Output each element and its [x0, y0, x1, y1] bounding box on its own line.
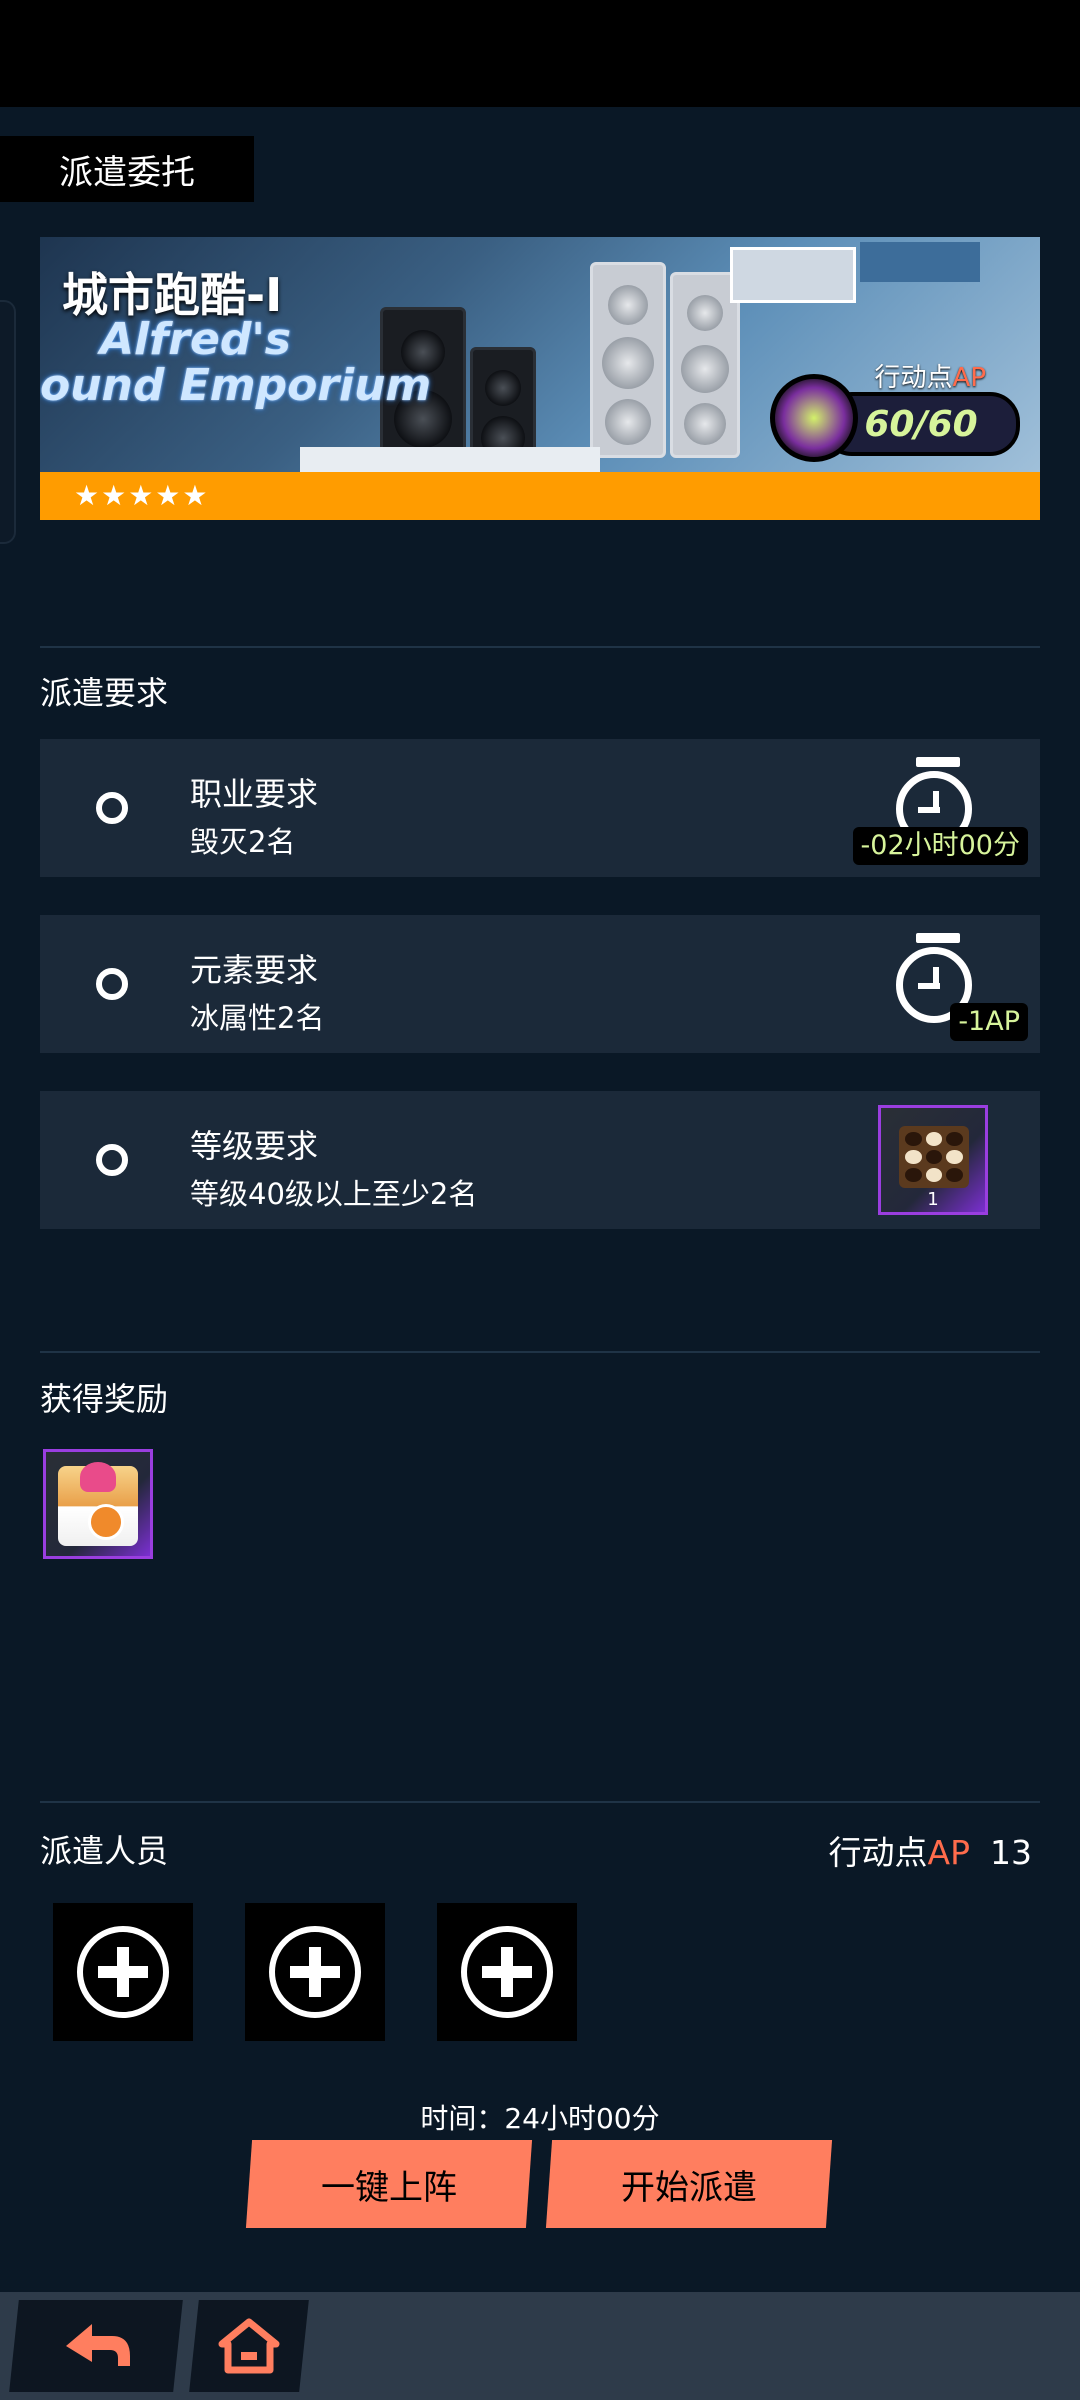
ap-reduction-badge: -1AP	[950, 1003, 1028, 1041]
divider	[40, 646, 1040, 648]
add-member-slot-2[interactable]	[245, 1903, 385, 2041]
requirement-detail: 毁灭2名	[190, 825, 296, 859]
requirement-card-level[interactable]: 等级要求 等级40级以上至少2名 1	[40, 1091, 1040, 1229]
divider	[40, 1351, 1040, 1353]
wall-shelf	[730, 247, 856, 303]
bullet-icon	[96, 968, 128, 1000]
requirement-card-job[interactable]: 职业要求 毁灭2名 -02小时00分	[40, 739, 1040, 877]
mission-name: 城市跑酷-I	[62, 268, 283, 322]
add-member-slot-3[interactable]	[437, 1903, 577, 2041]
page-title: 派遣委托	[0, 136, 254, 202]
bullet-icon	[96, 1144, 128, 1176]
requirement-detail: 等级40级以上至少2名	[190, 1177, 478, 1211]
requirement-title: 元素要求	[190, 951, 319, 989]
gift-crate-icon[interactable]	[43, 1449, 153, 1559]
status-bar	[0, 0, 1080, 107]
wall-panel	[860, 242, 980, 282]
character-avatar-icon	[770, 374, 858, 462]
mission-banner: Alfred's ound Emporium 城市跑酷-I 行动点AP 60/6…	[40, 237, 1040, 520]
dispatch-duration: 时间：24小时00分	[420, 2102, 660, 2135]
plus-icon	[461, 1926, 553, 2018]
add-member-slot-1[interactable]	[53, 1903, 193, 2041]
requirement-card-element[interactable]: 元素要求 冰属性2名 -1AP	[40, 915, 1040, 1053]
requirements-title: 派遣要求	[40, 674, 169, 712]
requirement-title: 职业要求	[190, 775, 319, 813]
home-button[interactable]	[189, 2300, 309, 2392]
plus-icon	[77, 1926, 169, 2018]
ap-label: 行动点AP	[874, 363, 986, 393]
auto-deploy-button[interactable]: 一键上阵	[245, 2140, 533, 2228]
rarity-stripe: ★★★★★	[40, 472, 1040, 520]
chocolate-box-icon[interactable]: 1	[878, 1105, 988, 1215]
display-table	[300, 447, 600, 475]
back-arrow-icon	[66, 2324, 130, 2366]
speaker-tall-1	[590, 262, 666, 458]
start-dispatch-button[interactable]: 开始派遣	[545, 2140, 833, 2228]
requirement-detail: 冰属性2名	[190, 1001, 325, 1035]
rarity-stars: ★★★★★	[74, 479, 210, 512]
item-count: 1	[927, 1189, 939, 1210]
store-sign: Alfred's ound Emporium	[40, 314, 432, 411]
rewards-title: 获得奖励	[40, 1380, 169, 1418]
back-button[interactable]	[9, 2300, 183, 2392]
time-reduction-badge: -02小时00分	[852, 827, 1028, 865]
requirement-title: 等级要求	[190, 1127, 319, 1165]
dispatch-title: 派遣人员	[40, 1832, 169, 1870]
ap-remaining: 行动点AP 13	[828, 1833, 1032, 1872]
plus-icon	[269, 1926, 361, 2018]
home-icon	[218, 2318, 280, 2374]
side-drawer-handle[interactable]	[0, 300, 16, 544]
divider	[40, 1801, 1040, 1803]
bullet-icon	[96, 792, 128, 824]
